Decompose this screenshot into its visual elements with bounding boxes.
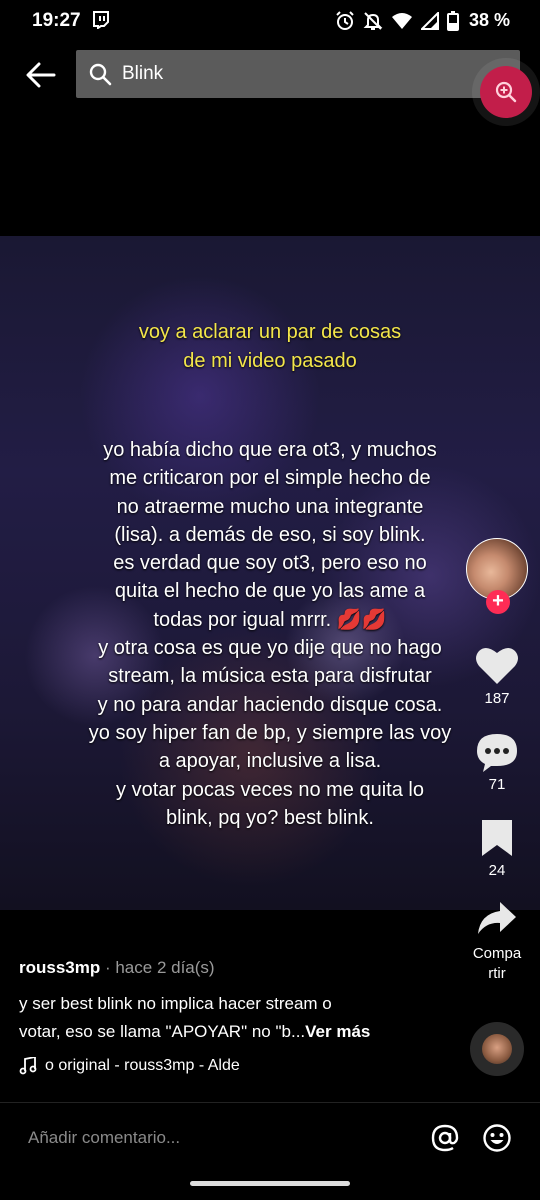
save-button[interactable]: 24 [466,818,528,879]
video-player[interactable]: voy a aclarar un par de cosas de mi vide… [0,236,540,910]
caption-title-line: voy a aclarar un par de cosas [138,321,402,343]
like-count: 187 [484,690,510,707]
caption-line: y otra cosa es que yo dije que no hago [98,637,442,660]
music-note-icon [19,1057,37,1075]
signal-icon [420,11,439,30]
author-name[interactable]: rouss3mp [19,958,100,977]
follow-plus-icon[interactable]: + [486,590,510,614]
alarm-icon [336,10,354,30]
caption-line: y votar pocas veces no me quita lo [116,778,424,801]
video-caption-title: voy a aclarar un par de cosas de mi vide… [0,318,540,376]
battery-percent: 38 % [468,10,510,30]
wifi-icon [391,12,412,29]
search-input[interactable] [120,62,484,86]
caption-line: blink, pq yo? best blink. [166,806,374,829]
bookmark-icon [482,820,512,856]
search-bar[interactable] [76,50,520,98]
share-arrow-icon [478,902,516,934]
caption-line: (lisa). a demás de eso, si soy blink. [114,523,426,546]
caption-line: yo soy hiper fan de bp, y siempre las vo… [88,721,452,744]
share-button[interactable]: Compa rtir [466,900,528,984]
comment-button[interactable]: 71 [466,732,528,793]
battery-icon [446,10,459,31]
creator-avatar-group[interactable]: + [466,538,528,614]
like-button[interactable]: 187 [466,644,528,707]
see-more-link[interactable]: Ver más [305,1022,370,1041]
sound-info[interactable]: o original - rouss3mp - Alde [19,1057,259,1075]
mention-icon[interactable] [430,1123,460,1153]
caption-line: todas por igual mrrr. 💋💋 [153,608,387,631]
post-description: y ser best blink no implica hacer stream… [19,990,439,1046]
save-count: 24 [488,862,506,879]
status-bar: 19:27 38 % [0,0,540,42]
heart-icon [476,647,518,684]
caption-title-line: de mi video pasado [183,350,357,372]
comment-input[interactable] [26,1127,390,1149]
music-disc[interactable] [470,1022,524,1076]
video-caption-body: yo había dicho que era ot3, y muchos me … [60,436,480,832]
caption-line: no atraerme mucho una integrante [116,495,424,518]
comment-bar [0,1102,540,1173]
author-line: rouss3mp · hace 2 día(s) [19,958,215,978]
emoji-icon[interactable] [482,1123,512,1153]
home-indicator[interactable] [190,1181,350,1186]
description-line: y ser best blink no implica hacer stream… [19,994,332,1013]
share-label: Compa rtir [466,944,528,984]
caption-line: a apoyar, inclusive a lisa. [158,750,382,773]
share-label-line: rtir [488,965,506,982]
caption-line: es verdad que soy ot3, pero eso no [113,552,427,575]
back-arrow-icon[interactable] [26,62,56,88]
status-time: 19:27 [32,10,81,31]
music-disc-avatar [482,1034,512,1064]
caption-line: quita el hecho de que yo las ame a [114,580,426,603]
caption-line: y no para andar haciendo disque cosa. [97,693,443,716]
sound-name: o original - rouss3mp - Alde [45,1057,240,1074]
zoom-button[interactable] [480,66,532,118]
caption-line: stream, la música esta para disfrutar [108,665,432,688]
twitch-icon [93,11,109,29]
comment-icon [477,734,517,772]
caption-line: me criticaron por el simple hecho de [109,467,431,490]
search-icon [89,63,112,86]
share-label-line: Compa [472,945,522,962]
post-time: · hace 2 día(s) [100,958,215,977]
caption-line: yo había dicho que era ot3, y muchos [103,439,437,461]
notifications-off-icon [363,11,383,30]
zoom-in-icon [495,81,517,103]
comment-count: 71 [488,776,506,793]
description-line: votar, eso se llama "APOYAR" no "b... [19,1022,306,1041]
